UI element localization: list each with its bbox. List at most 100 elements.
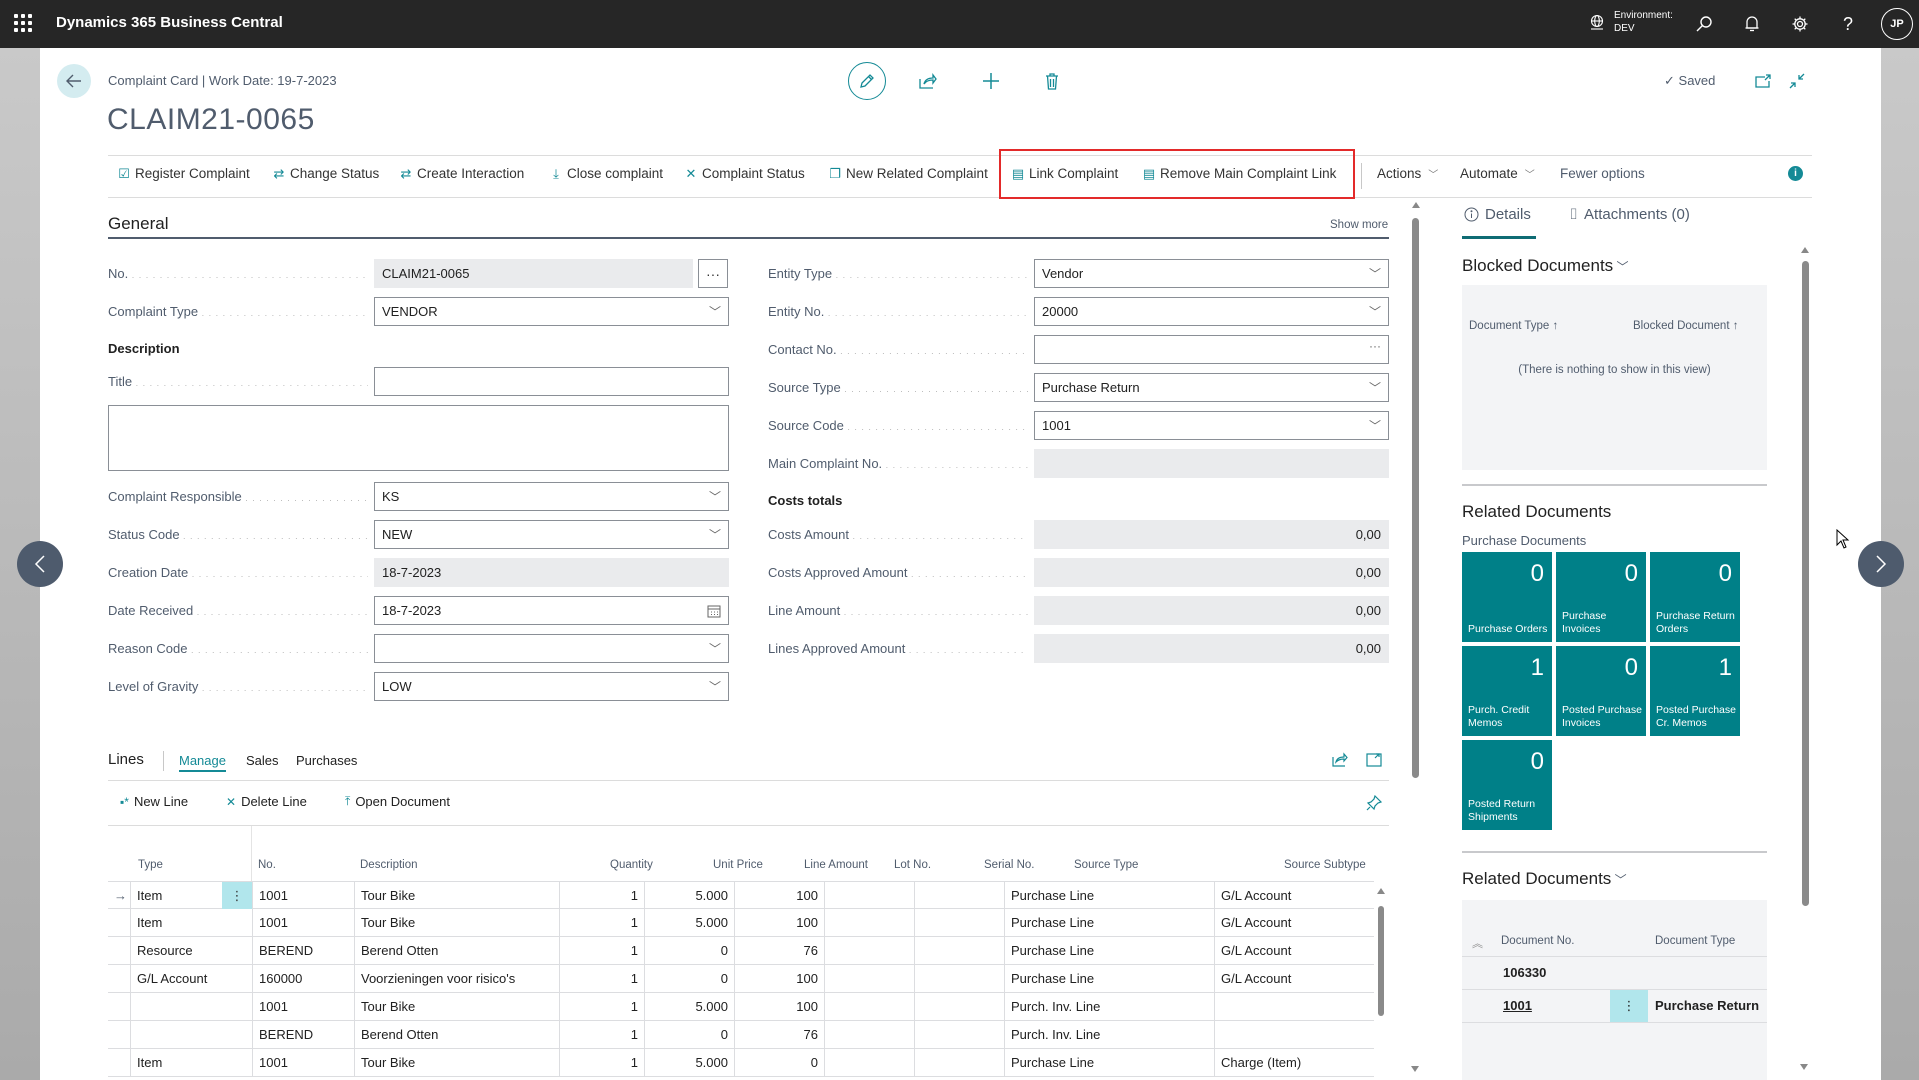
blocked-documents-title[interactable]: Blocked Documents ﹀ <box>1462 256 1629 276</box>
cell-type[interactable]: Item <box>130 882 222 909</box>
cell-line-amount[interactable]: 100 <box>734 909 824 936</box>
blocked-col-document-type[interactable]: Document Type ↑ <box>1469 320 1558 332</box>
description-textarea[interactable] <box>108 405 729 471</box>
cell-quantity[interactable]: 1 <box>559 1021 644 1048</box>
cell-line-amount[interactable]: 100 <box>734 993 824 1020</box>
cell-no[interactable]: 1001 <box>252 1049 354 1076</box>
status-code-select[interactable]: NEW ﹀ <box>374 520 729 549</box>
lines-tab-sales[interactable]: Sales <box>246 753 279 768</box>
cell-row-menu[interactable] <box>222 965 252 992</box>
main-scrollbar[interactable] <box>1410 200 1420 1080</box>
cell-type[interactable]: Item <box>130 1049 222 1076</box>
cell-unit-price[interactable]: 5.000 <box>644 909 734 936</box>
remove-main-complaint-link-action[interactable]: ▤ Remove Main Complaint Link <box>1142 166 1336 182</box>
open-new-window-button[interactable] <box>1744 62 1782 100</box>
share-lines-icon[interactable] <box>1332 752 1348 770</box>
source-type-select[interactable]: Purchase Return ﹀ <box>1034 373 1389 402</box>
cell-serial-no[interactable] <box>914 937 1004 964</box>
related-doc-row[interactable]: 106330 <box>1462 957 1767 990</box>
table-row[interactable]: 160000 Voorzieningen voor risico's 1 0 100 Pu… <box>108 965 1374 993</box>
related-doc-tile[interactable]: 0 Posted Purchase Invoices <box>1556 646 1646 736</box>
cell-no[interactable]: BEREND <box>252 1021 354 1048</box>
cell-type[interactable] <box>130 993 222 1020</box>
environment-indicator[interactable]: Environment: DEV <box>1588 9 1673 35</box>
col-header-description[interactable]: Description <box>360 859 418 871</box>
title-input[interactable] <box>374 367 729 396</box>
complaint-responsible-select[interactable]: KS ﹀ <box>374 482 729 511</box>
col-header-lot-no[interactable]: Lot No. <box>894 859 931 871</box>
cell-lot-no[interactable] <box>824 937 914 964</box>
cell-no[interactable]: BEREND <box>252 937 354 964</box>
cell-quantity[interactable]: 1 <box>559 909 644 936</box>
cell-source-type[interactable]: Purchase Line <box>1004 909 1214 936</box>
col-header-no[interactable]: No. <box>258 859 276 871</box>
scroll-thumb[interactable] <box>1378 906 1384 1016</box>
cell-serial-no[interactable] <box>914 1049 1004 1076</box>
collapse-button[interactable] <box>1778 62 1816 100</box>
cell-quantity[interactable]: 1 <box>559 882 644 909</box>
cell-row-menu[interactable] <box>222 993 252 1020</box>
open-document-action[interactable]: ⤒ Open Document <box>345 794 450 809</box>
cell-description[interactable]: Tour Bike <box>354 1049 559 1076</box>
cell-type[interactable]: Resource <box>130 937 222 964</box>
link-complaint-action[interactable]: ▤ Link Complaint <box>1011 166 1118 182</box>
previous-record-button[interactable] <box>17 541 63 587</box>
cell-unit-price[interactable]: 5.000 <box>644 993 734 1020</box>
complaint-type-select[interactable]: VENDOR ﹀ <box>374 297 729 326</box>
cell-description[interactable]: Voorzieningen voor risico's <box>354 965 559 992</box>
factbox-tab-attachments[interactable]: ⌷ Attachments (0) <box>1569 206 1690 223</box>
cell-line-amount[interactable]: 100 <box>734 882 824 909</box>
cell-source-type[interactable]: Purchase Line <box>1004 965 1214 992</box>
level-of-gravity-select[interactable]: LOW ﹀ <box>374 672 729 701</box>
cell-serial-no[interactable] <box>914 1021 1004 1048</box>
collapse-all-icon[interactable]: ︽ <box>1472 935 1483 951</box>
scroll-thumb[interactable] <box>1412 218 1419 778</box>
no-assist-button[interactable]: ··· <box>698 259 728 288</box>
col-header-source-subtype[interactable]: Source Subtype <box>1284 859 1366 871</box>
table-row[interactable]: BEREND Berend Otten 1 0 76 Purch. Inv. Line <box>108 1021 1374 1049</box>
related-doc-tile[interactable]: 0 Purchase Return Orders <box>1650 552 1740 642</box>
related-doc-tile[interactable]: 1 Posted Purchase Cr. Memos <box>1650 646 1740 736</box>
app-launcher-icon[interactable] <box>14 14 32 32</box>
cell-no[interactable]: 160000 <box>252 965 354 992</box>
expand-lines-icon[interactable] <box>1366 752 1382 770</box>
contact-no-input[interactable]: ··· <box>1034 335 1389 364</box>
related-doc-tile[interactable]: 0 Purchase Orders <box>1462 552 1552 642</box>
document-no-link[interactable]: 1001 <box>1503 998 1532 1013</box>
change-status-action[interactable]: ⇄ Change Status <box>272 166 380 182</box>
cell-quantity[interactable]: 1 <box>559 1049 644 1076</box>
col-header-source-type[interactable]: Source Type <box>1074 859 1138 871</box>
scroll-up-icon[interactable] <box>1377 888 1385 894</box>
cell-unit-price[interactable]: 0 <box>644 937 734 964</box>
cell-unit-price[interactable]: 5.000 <box>644 1049 734 1076</box>
fewer-options-button[interactable]: Fewer options <box>1560 166 1645 181</box>
cell-row-menu[interactable] <box>222 937 252 964</box>
edit-button[interactable] <box>848 62 886 100</box>
col-header-serial-no[interactable]: Serial No. <box>984 859 1035 871</box>
cell-source-subtype[interactable] <box>1214 993 1374 1020</box>
user-avatar[interactable]: JP <box>1881 8 1913 40</box>
date-received-input[interactable]: 18-7-2023 <box>374 596 729 625</box>
related-doc-tile[interactable]: 0 Posted Return Shipments <box>1462 740 1552 830</box>
col-header-line-amount[interactable]: Line Amount <box>804 859 868 871</box>
close-complaint-action[interactable]: ⤓ Close complaint <box>549 166 663 182</box>
cell-source-subtype[interactable]: G/L Account <box>1214 882 1374 909</box>
cell-no[interactable]: 1001 <box>252 909 354 936</box>
delete-line-action[interactable]: ✕ Delete Line <box>226 794 307 809</box>
cell-type[interactable] <box>130 1021 222 1048</box>
col-header-quantity[interactable]: Quantity <box>610 859 653 871</box>
ellipsis-icon[interactable]: ··· <box>1369 339 1381 353</box>
cell-line-amount[interactable]: 100 <box>734 965 824 992</box>
cell-line-amount[interactable]: 76 <box>734 1021 824 1048</box>
calendar-icon[interactable] <box>707 604 721 618</box>
row-menu-icon[interactable]: ⋮ <box>1610 990 1648 1022</box>
cell-serial-no[interactable] <box>914 965 1004 992</box>
cell-description[interactable]: Tour Bike <box>354 882 559 909</box>
cell-description[interactable]: Berend Otten <box>354 1021 559 1048</box>
cell-source-subtype[interactable] <box>1214 1021 1374 1048</box>
create-interaction-action[interactable]: ⇄ Create Interaction <box>399 166 525 182</box>
related-doc-row[interactable]: 1001 ⋮ Purchase Return <box>1462 990 1767 1023</box>
cell-unit-price[interactable]: 0 <box>644 965 734 992</box>
cell-source-subtype[interactable]: Charge (Item) <box>1214 1049 1374 1076</box>
new-button[interactable] <box>972 62 1010 100</box>
